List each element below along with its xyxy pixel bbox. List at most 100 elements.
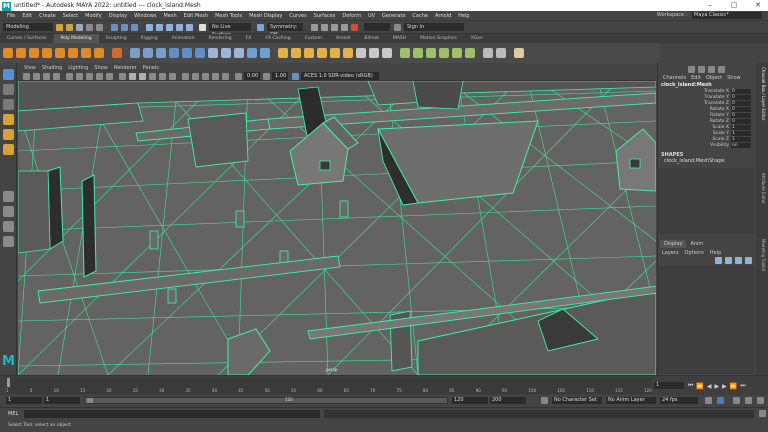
menu-generate[interactable]: Generate (382, 13, 405, 19)
unfold-icon[interactable] (465, 48, 475, 58)
outliner-layout-icon[interactable] (3, 221, 14, 232)
channel-menu-edit[interactable]: Edit (691, 75, 701, 81)
shelf-tab-custom[interactable]: Custom (298, 34, 329, 43)
range-start-handle[interactable] (87, 398, 93, 403)
shelf-tab-xgen[interactable]: XGen (464, 34, 490, 43)
single-perspective-layout-icon[interactable] (3, 191, 14, 202)
multi-cut-icon[interactable] (356, 48, 366, 58)
platonic-solid-icon[interactable] (94, 48, 104, 58)
boolean-intersection-icon[interactable] (195, 48, 205, 58)
append-polygon-icon[interactable] (317, 48, 327, 58)
playback-preferences-icon[interactable] (745, 397, 752, 404)
layer-tab-display[interactable]: Display (660, 240, 687, 248)
cylindrical-map-icon[interactable] (439, 48, 449, 58)
bookmark-icon[interactable] (43, 72, 50, 80)
play-forward-icon[interactable]: ▶ (715, 383, 720, 390)
time-slider[interactable]: 1 5 10 15 20 25 30 35 40 45 50 55 60 65 … (0, 375, 768, 395)
mirror-icon[interactable] (208, 48, 218, 58)
move-tool-icon[interactable] (3, 114, 14, 125)
channel-menu-channels[interactable]: Channels (663, 75, 686, 81)
gate-mask-icon[interactable] (96, 72, 103, 80)
attr-value[interactable]: 1 (731, 131, 751, 136)
command-language-label[interactable]: MEL (8, 411, 18, 417)
shelf-tab-rigging[interactable]: Rigging (134, 34, 165, 43)
bevel-icon[interactable] (304, 48, 314, 58)
sweep-mesh-icon[interactable] (112, 48, 122, 58)
ambient-occlusion-icon[interactable] (202, 72, 209, 80)
auto-uv-icon[interactable] (426, 48, 436, 58)
channel-box-toggle-icon[interactable] (688, 65, 695, 73)
panel-menu-renderer[interactable]: Renderer (114, 65, 137, 71)
target-weld-icon[interactable] (369, 48, 379, 58)
close-button[interactable]: ✕ (748, 0, 768, 11)
boolean-difference-icon[interactable] (182, 48, 192, 58)
perspective-viewport[interactable]: persp (18, 81, 656, 375)
isolate-select-icon[interactable] (192, 72, 199, 80)
menu-display[interactable]: Display (109, 13, 127, 19)
poly-cube-icon[interactable] (16, 48, 26, 58)
select-tool-icon[interactable] (3, 69, 14, 80)
panel-menu-view[interactable]: View (24, 65, 36, 71)
resolution-gate-icon[interactable] (86, 72, 93, 80)
paint-select-tool-icon[interactable] (3, 99, 14, 110)
menu-modify[interactable]: Modify (85, 13, 102, 19)
attribute-editor-toggle-icon[interactable] (698, 65, 705, 73)
menu-set-dropdown[interactable]: Modeling (3, 23, 53, 31)
maximize-button[interactable]: ▢ (724, 0, 744, 11)
textured-icon[interactable] (149, 72, 156, 80)
shelf-tab-curves-surfaces[interactable]: Curves / Surfaces (0, 34, 54, 43)
shelf-tab-bifrost[interactable]: Bifrost (357, 34, 386, 43)
conform-icon[interactable] (496, 48, 506, 58)
animation-preferences-icon[interactable] (757, 397, 764, 404)
image-plane-icon[interactable] (53, 72, 60, 80)
workspace-dropdown[interactable]: Maya Classic* (692, 12, 762, 19)
symmetry-dropdown[interactable]: Symmetry: Off (267, 23, 303, 38)
wireframe-icon[interactable] (119, 72, 126, 80)
side-tab-attribute-editor[interactable]: Attribute Editor (758, 173, 766, 233)
account-icon[interactable] (394, 23, 401, 31)
poly-plane-icon[interactable] (68, 48, 78, 58)
shelf-settings-icon[interactable] (514, 48, 524, 58)
channel-menu-object[interactable]: Object (706, 75, 722, 81)
new-layer-from-selection-icon[interactable] (745, 257, 752, 264)
boolean-union-icon[interactable] (169, 48, 179, 58)
side-tab-modeling-toolkit[interactable]: Modeling Toolkit (758, 239, 766, 299)
auto-key-icon[interactable] (717, 397, 724, 404)
color-management-icon[interactable] (292, 72, 299, 80)
camera-attributes-icon[interactable] (33, 72, 40, 80)
reduce-icon[interactable] (234, 48, 244, 58)
shelf-tab-arnold[interactable]: Arnold (329, 34, 358, 43)
attr-value[interactable]: 0 (731, 113, 751, 118)
snap-curve-icon[interactable] (156, 23, 163, 31)
layer-menu-help[interactable]: Help (710, 250, 721, 256)
open-scene-icon[interactable] (66, 23, 73, 31)
shelf-tab-motion-graphics[interactable]: Motion Graphics (413, 34, 464, 43)
attr-value[interactable]: 0 (731, 119, 751, 124)
poly-sphere-icon[interactable] (3, 48, 13, 58)
shape-node-name[interactable]: clock_island:MeshShape (664, 158, 725, 164)
attr-visibility[interactable]: Visibility on (658, 143, 756, 149)
step-back-frame-icon[interactable]: ◀ (707, 383, 712, 390)
menu-curves[interactable]: Curves (289, 13, 306, 19)
attr-value[interactable]: 0 (731, 101, 751, 106)
attr-value[interactable]: 0 (731, 89, 751, 94)
layer-menu-options[interactable]: Options (685, 250, 704, 256)
exposure-field[interactable]: 0.00 (244, 72, 260, 80)
minimize-button[interactable]: – (700, 0, 720, 11)
snap-point-icon[interactable] (166, 23, 173, 31)
shelf-tab-fx-caching[interactable]: FX Caching (258, 34, 297, 43)
poly-cone-icon[interactable] (42, 48, 52, 58)
shelf-tab-poly-modeling[interactable]: Poly Modeling (53, 34, 99, 43)
snap-view-icon[interactable] (176, 23, 183, 31)
panel-menu-panels[interactable]: Panels (143, 65, 159, 71)
arnold-render-icon[interactable] (351, 23, 358, 31)
current-frame-field[interactable]: 1 (654, 382, 684, 389)
redo-icon[interactable] (96, 23, 103, 31)
menu-file[interactable]: File (7, 13, 15, 19)
side-tab-channel-box[interactable]: Channel Box / Layer Editor (758, 67, 766, 167)
layer-list[interactable] (658, 266, 754, 374)
menu-deform[interactable]: Deform (342, 13, 361, 19)
xray-icon[interactable] (182, 72, 189, 80)
scene-start-field[interactable]: 1 (6, 397, 42, 404)
sound-icon[interactable] (733, 397, 740, 404)
